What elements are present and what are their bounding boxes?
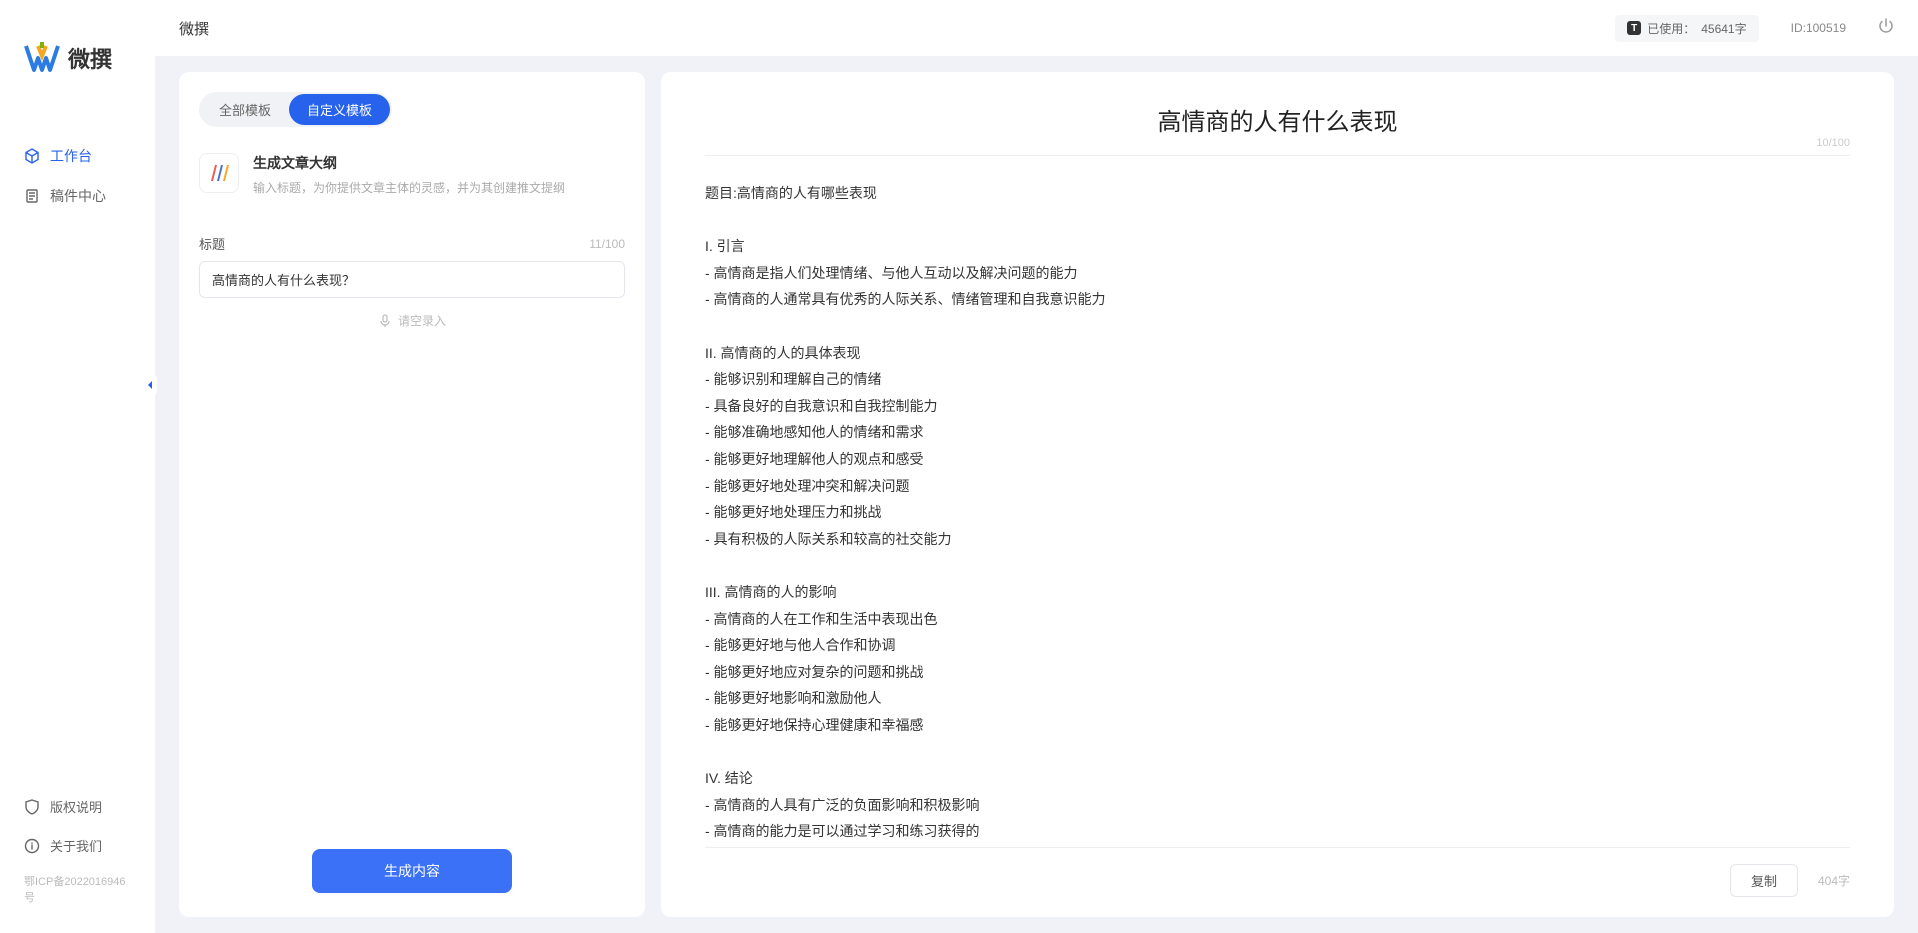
- template-icon: [199, 153, 239, 193]
- user-id: ID:100519: [1791, 21, 1846, 35]
- t-icon: T: [1627, 21, 1641, 35]
- topbar-right: T 已使用： 45641字 ID:100519: [1615, 15, 1894, 42]
- output-header: 高情商的人有什么表现 10/100: [705, 102, 1850, 156]
- field-label: 标题: [199, 234, 225, 253]
- mic-icon: [378, 314, 392, 328]
- logo-text: 微撰: [68, 42, 112, 74]
- info-icon: [24, 838, 40, 854]
- shield-icon: [24, 799, 40, 815]
- title-input[interactable]: [199, 261, 625, 298]
- tab-all-templates[interactable]: 全部模板: [201, 94, 289, 125]
- main: 全部模板 自定义模板 生成文章大纲 输入标题，为你提供文章主体的灵感，并为其创建…: [155, 56, 1918, 933]
- template-title: 生成文章大纲: [253, 153, 565, 173]
- field-row: 标题 11/100: [199, 234, 625, 253]
- topbar-title: 微撰: [179, 18, 209, 39]
- voice-input-button[interactable]: 请空录入: [199, 312, 625, 329]
- usage-value: 45641字: [1701, 20, 1746, 37]
- usage-label: 已使用：: [1647, 20, 1695, 37]
- sidebar: 微撰 工作台 稿件中心 版权说明: [0, 0, 155, 933]
- panel-right: 高情商的人有什么表现 10/100 题目:高情商的人有哪些表现 I. 引言 - …: [661, 72, 1894, 917]
- icp-text: 鄂ICP备2022016946号: [0, 865, 155, 913]
- tab-custom-templates[interactable]: 自定义模板: [289, 94, 390, 125]
- sidebar-item-about[interactable]: 关于我们: [0, 826, 155, 865]
- sidebar-item-label: 关于我们: [50, 836, 102, 855]
- template-card: 生成文章大纲 输入标题，为你提供文章主体的灵感，并为其创建推文提纲: [199, 147, 625, 216]
- output-title-count: 10/100: [1816, 137, 1850, 149]
- usage-badge[interactable]: T 已使用： 45641字: [1615, 15, 1758, 42]
- output-title: 高情商的人有什么表现: [705, 102, 1850, 137]
- template-desc: 输入标题，为你提供文章主体的灵感，并为其创建推文提纲: [253, 179, 565, 196]
- sidebar-item-workspace[interactable]: 工作台: [0, 136, 155, 176]
- word-count: 404字: [1818, 872, 1850, 889]
- doc-icon: [24, 188, 40, 204]
- generate-button[interactable]: 生成内容: [312, 849, 512, 893]
- tabs: 全部模板 自定义模板: [199, 92, 392, 127]
- sidebar-item-label: 版权说明: [50, 797, 102, 816]
- copy-button[interactable]: 复制: [1730, 864, 1798, 897]
- sidebar-item-drafts[interactable]: 稿件中心: [0, 176, 155, 216]
- cube-icon: [24, 148, 40, 164]
- mic-label: 请空录入: [398, 312, 446, 329]
- sidebar-bottom: 版权说明 关于我们 鄂ICP备2022016946号: [0, 787, 155, 913]
- power-icon[interactable]: [1878, 18, 1894, 39]
- chevron-left-icon: [145, 380, 155, 390]
- output-body[interactable]: 题目:高情商的人有哪些表现 I. 引言 - 高情商是指人们处理情绪、与他人互动以…: [705, 156, 1850, 847]
- sidebar-collapse-handle[interactable]: [143, 375, 157, 395]
- sidebar-item-label: 工作台: [50, 146, 92, 166]
- logo-icon: [24, 40, 60, 76]
- topbar: 微撰 T 已使用： 45641字 ID:100519: [155, 0, 1918, 56]
- field-count: 11/100: [589, 237, 625, 251]
- output-footer: 复制 404字: [705, 847, 1850, 897]
- panel-left: 全部模板 自定义模板 生成文章大纲 输入标题，为你提供文章主体的灵感，并为其创建…: [179, 72, 645, 917]
- sidebar-item-copyright[interactable]: 版权说明: [0, 787, 155, 826]
- sidebar-item-label: 稿件中心: [50, 186, 106, 206]
- logo: 微撰: [0, 40, 155, 76]
